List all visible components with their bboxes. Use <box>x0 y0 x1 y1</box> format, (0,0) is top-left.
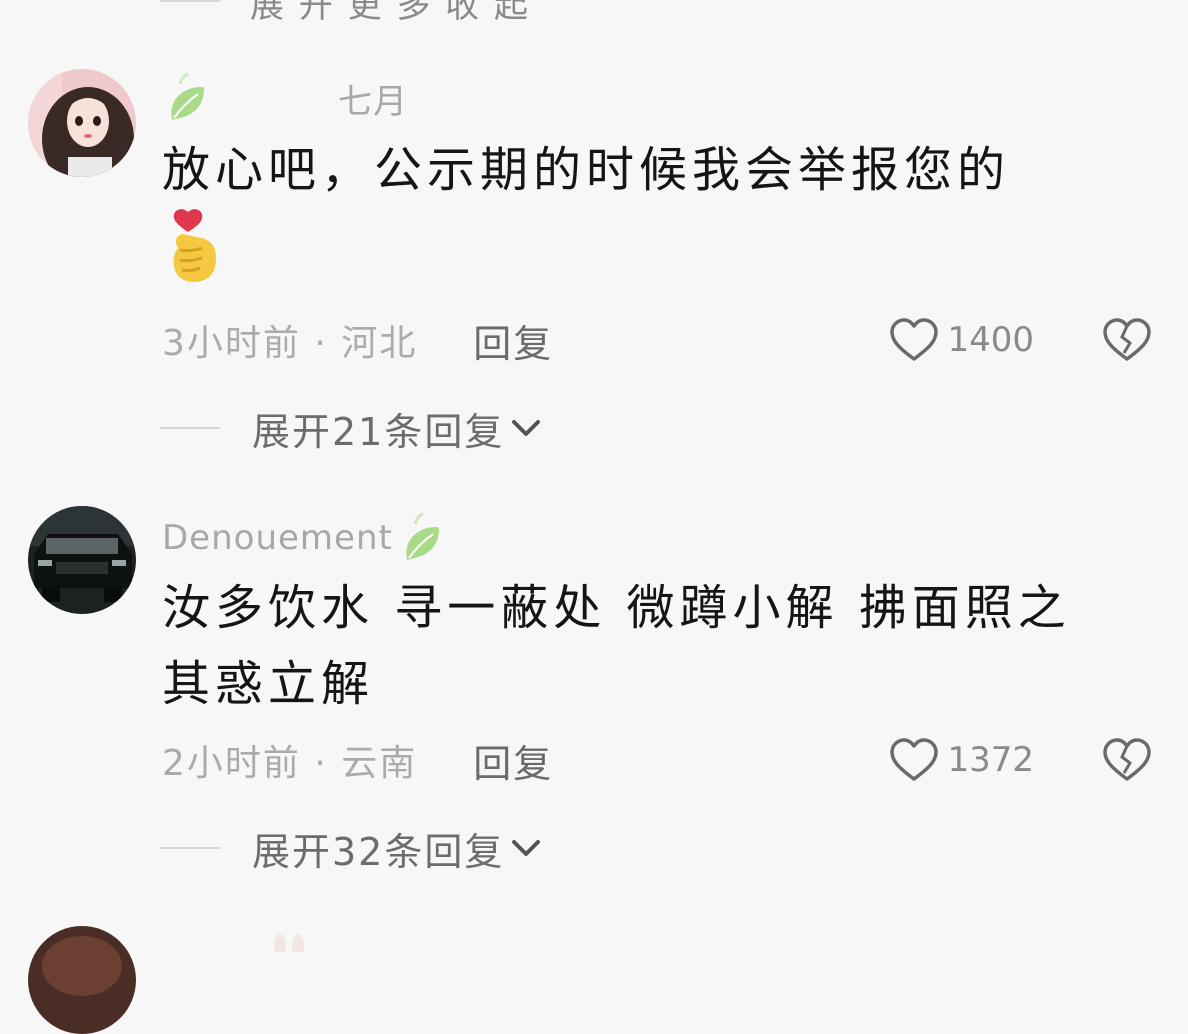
reply-button[interactable]: 回复 <box>473 733 553 788</box>
comment-body: 放心吧，公示期的时候我会举报您的 <box>162 142 1011 198</box>
leaf-badge-icon <box>406 512 439 560</box>
comment-body: 汝多饮水 寻一蔽处 微蹲小解 拂面照之 其惑立解 <box>162 580 1071 712</box>
previous-expand-text: 展 开 更 多 收 起 <box>250 0 531 26</box>
expand-replies[interactable]: 展开21条回复 <box>160 400 542 456</box>
comment-text: 汝多饮水 寻一蔽处 微蹲小解 拂面照之 其惑立解 <box>162 570 1102 722</box>
avatar[interactable] <box>28 506 136 614</box>
expand-replies[interactable]: 展开32条回复 <box>160 820 542 876</box>
chevron-down-icon <box>512 840 541 856</box>
comment-meta: 3小时前 · 河北 回复 1400 <box>162 312 1152 368</box>
avatar[interactable] <box>28 69 136 177</box>
broken-heart-icon[interactable] <box>1102 737 1152 783</box>
like-count: 1372 <box>947 740 1034 780</box>
comment-time-location: 3小时前 · 河北 <box>162 323 418 364</box>
comment-header: 七月 <box>162 70 408 126</box>
broken-heart-icon[interactable] <box>1102 317 1152 363</box>
reply-button[interactable]: 回复 <box>473 313 553 368</box>
expand-divider <box>160 847 220 849</box>
heart-outline-icon <box>890 738 939 781</box>
like-button[interactable]: 1400 <box>889 317 1034 363</box>
username[interactable]: 七月 <box>338 74 408 123</box>
expand-replies-label: 展开32条回复 <box>252 829 505 874</box>
heart-outline-icon <box>890 318 939 361</box>
avatar[interactable] <box>28 926 136 1034</box>
previous-expand-row[interactable]: 展 开 更 多 收 起 <box>160 0 531 27</box>
leaf-badge-icon <box>171 72 204 120</box>
expand-replies-label: 展开21条回复 <box>252 409 505 454</box>
comment-text: 放心吧，公示期的时候我会举报您的 <box>162 132 1122 294</box>
comment-time-location: 2小时前 · 云南 <box>162 743 418 784</box>
expand-divider <box>160 427 220 429</box>
comment-header: Denouement <box>162 510 443 566</box>
comment-meta: 2小时前 · 云南 回复 1372 <box>162 732 1152 788</box>
like-button[interactable]: 1372 <box>889 737 1034 783</box>
finger-heart-icon <box>173 209 216 282</box>
username[interactable]: Denouement <box>162 518 393 558</box>
bunny-ears-icon <box>274 934 304 952</box>
like-count: 1400 <box>947 320 1034 360</box>
finger-heart-emoji <box>162 208 1122 294</box>
chevron-down-icon <box>512 420 541 436</box>
expand-divider <box>160 0 220 2</box>
